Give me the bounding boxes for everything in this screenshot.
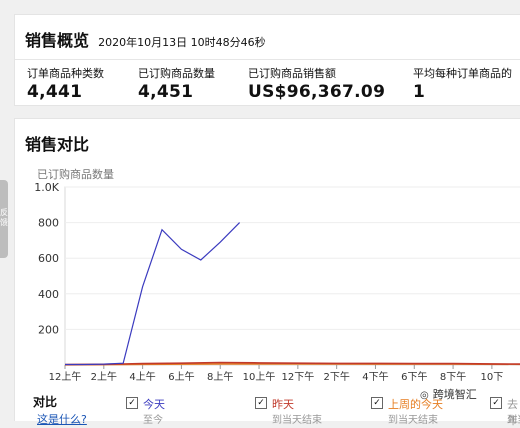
x-tick-label: 10上午 (243, 370, 276, 383)
last-year-checkbox[interactable]: ✓ (490, 397, 502, 409)
x-tick-label: 2下午 (323, 370, 349, 383)
series-today-sub: 至今 (143, 415, 163, 426)
series-last-week-sub: 到当天结束 (388, 415, 438, 426)
sales-comparison-panel: 销售对比 已订购商品数量 200 400 600 800 1.0K 12上午 2上午 4上午 6… (14, 118, 520, 427)
divider (15, 59, 520, 60)
comparison-title: 销售对比 (25, 135, 90, 154)
watermark: ◎ 跨境智汇 (420, 386, 477, 402)
sales-overview-panel: 销售概览 2020年10月13日 10时48分46秒 订单商品种类数 4,441… (14, 14, 520, 106)
side-tab-char: 馈 (0, 218, 8, 227)
today-checkbox[interactable]: ✓ (126, 397, 138, 409)
feedback-side-tab[interactable]: 反 馈 (0, 180, 8, 258)
metric-label: 平均每种订单商品的 (413, 67, 512, 80)
metric-value: 1 (413, 82, 426, 102)
metric-label: 订单商品种类数 (27, 67, 104, 80)
metric-value: US$96,367.09 (248, 82, 386, 102)
x-tick-label: 8下午 (440, 370, 466, 383)
metric-value: 4,441 (27, 82, 83, 102)
overview-timestamp: 2020年10月13日 10时48分46秒 (98, 36, 266, 49)
metric-sales-amount: 已订购商品销售额 US$96,367.09 (248, 65, 385, 102)
x-tick-label: 6下午 (401, 370, 427, 383)
x-tick-label: 4上午 (129, 370, 155, 383)
series-last-year-sub: 到当 (507, 415, 520, 426)
metric-units-ordered: 已订购商品数量 4,451 (138, 65, 215, 102)
metric-label: 已订购商品销售额 (248, 67, 336, 80)
watermark-text: 跨境智汇 (432, 388, 477, 401)
units-ordered-chart: 200 400 600 800 1.0K 12上午 2上午 4上午 6上午 8上午 10上午 12下午… (34, 181, 520, 383)
series-today-label: 今天 (143, 398, 165, 411)
metric-value: 4,451 (138, 82, 194, 102)
y-tick-label: 200 (38, 323, 59, 336)
side-tab-char: 反 (0, 208, 8, 217)
series-yesterday-label: 昨天 (272, 398, 294, 411)
y-tick-label: 400 (38, 288, 59, 301)
x-tick-label: 4下午 (362, 370, 388, 383)
whats-this-link[interactable]: 这是什么? (37, 411, 87, 427)
x-tick-label: 2上午 (91, 370, 117, 383)
x-tick-label: 12下午 (281, 370, 314, 383)
chart-y-axis-label: 已订购商品数量 (37, 168, 114, 181)
x-tick-label: 10下 (481, 372, 504, 383)
x-tick-label: 6上午 (168, 370, 194, 383)
overview-title: 销售概览 (25, 31, 90, 50)
x-tick-label: 8上午 (207, 370, 233, 383)
x-tick-label: 12上午 (49, 370, 82, 383)
y-tick-label: 600 (38, 252, 59, 265)
plot-area (64, 186, 520, 366)
same-day-last-week-checkbox[interactable]: ✓ (371, 397, 383, 409)
metric-item-types: 订单商品种类数 4,441 (27, 65, 104, 102)
y-tick-label: 800 (38, 217, 59, 230)
wechat-icon: ◎ (420, 390, 429, 401)
y-tick-label: 1.0K (34, 181, 59, 194)
yesterday-checkbox[interactable]: ✓ (255, 397, 267, 409)
legend-title: 对比 (33, 395, 58, 409)
metric-label: 已订购商品数量 (138, 67, 215, 80)
metric-average-units: 平均每种订单商品的 1 (413, 65, 512, 102)
overview-header: 销售概览 2020年10月13日 10时48分46秒 (25, 27, 266, 51)
series-yesterday-sub: 到当天结束 (272, 415, 322, 426)
